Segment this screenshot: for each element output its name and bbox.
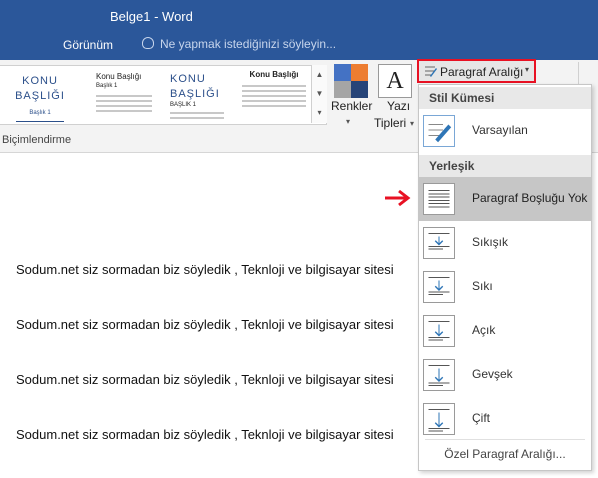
tell-me-placeholder: Ne yapmak istediğinizi söyleyin... bbox=[160, 37, 337, 51]
scroll-up-icon[interactable]: ▲ bbox=[312, 65, 327, 84]
document-paragraph[interactable]: Sodum.net siz sormadan biz söyledik , Te… bbox=[16, 262, 394, 277]
menu-item-label: Sıkışık bbox=[472, 235, 509, 249]
swatch bbox=[334, 64, 351, 81]
style-set-gallery[interactable]: KONU BAŞLIĞI Başlık 1 Konu Başlığı Başlı… bbox=[0, 65, 327, 125]
document-paragraph[interactable]: Sodum.net siz sormadan biz söyledik , Te… bbox=[16, 317, 394, 332]
theme-fonts-icon[interactable]: A bbox=[378, 64, 412, 98]
style-tile-subheading: BAŞLIK 1 bbox=[170, 102, 197, 108]
menu-item-label: Sıkı bbox=[472, 279, 493, 293]
paragraph-spacing-button[interactable]: Paragraf Aralığı ▾ bbox=[417, 59, 536, 83]
ribbon-group-label: Biçimlendirme bbox=[2, 134, 72, 146]
menu-divider bbox=[425, 439, 585, 440]
menu-item-label: Çift bbox=[472, 411, 490, 425]
menu-item-label: Varsayılan bbox=[472, 123, 528, 137]
fonts-caret-icon[interactable]: ▾ bbox=[410, 119, 414, 128]
style-tile-rule bbox=[16, 121, 64, 122]
style-set-tile[interactable]: KONU BAŞLIĞI BAŞLIK 1 bbox=[158, 66, 234, 124]
lightbulb-icon bbox=[142, 37, 154, 49]
spacing-preview-icon bbox=[423, 315, 455, 347]
menu-item-spacing-option[interactable]: Sıkı bbox=[419, 265, 591, 309]
chevron-down-icon: ▾ bbox=[525, 65, 530, 74]
custom-paragraph-spacing-link[interactable]: Özel Paragraf Aralığı... bbox=[419, 447, 591, 461]
menu-item-label: Gevşek bbox=[472, 367, 513, 381]
menu-item-label: Paragraf Boşluğu Yok bbox=[472, 191, 588, 205]
tell-me-search[interactable]: Ne yapmak istediğinizi söyleyin... bbox=[142, 37, 336, 51]
style-tile-heading: Konu Başlığı bbox=[96, 72, 142, 81]
menu-item-spacing-option[interactable]: Açık bbox=[419, 309, 591, 353]
window-title: Belge1 - Word bbox=[110, 9, 193, 24]
style-tile-subheading: Başlık 1 bbox=[29, 110, 51, 116]
fonts-button-label[interactable]: Yazı bbox=[387, 99, 410, 113]
style-tile-text-lines bbox=[170, 112, 224, 119]
section-header-builtin: Yerleşik bbox=[419, 155, 591, 177]
document-page[interactable]: Sodum.net siz sormadan biz söyledik , Te… bbox=[0, 170, 420, 478]
menu-item-spacing-option[interactable]: Çift bbox=[419, 397, 591, 441]
document-paragraph[interactable]: Sodum.net siz sormadan biz söyledik , Te… bbox=[16, 427, 394, 442]
menu-item-spacing-option[interactable]: Gevşek bbox=[419, 353, 591, 397]
style-tile-subheading: Başlık 1 bbox=[96, 83, 118, 89]
colors-button-label[interactable]: Renkler bbox=[331, 99, 372, 113]
scroll-down-icon[interactable]: ▼ bbox=[312, 84, 327, 103]
style-tile-text-lines bbox=[96, 95, 152, 112]
paragraph-spacing-menu: Stil Kümesi Varsayılan Yerleşik Paragraf… bbox=[418, 84, 592, 471]
section-header-style-set: Stil Kümesi bbox=[419, 87, 591, 109]
paragraph-spacing-label: Paragraf Aralığı bbox=[440, 65, 524, 79]
spacing-preview-icon bbox=[423, 227, 455, 259]
style-tile-text-lines bbox=[242, 85, 306, 107]
fonts-button-label-line2[interactable]: Tipleri bbox=[374, 116, 406, 130]
spacing-preview-icon bbox=[423, 403, 455, 435]
style-set-tile[interactable]: Konu Başlığı bbox=[236, 66, 312, 124]
gallery-scrollbar[interactable]: ▲ ▼ ▾ bbox=[311, 65, 327, 123]
style-tile-heading: KONU BAŞLIĞI bbox=[170, 73, 220, 100]
document-paragraph[interactable]: Sodum.net siz sormadan biz söyledik , Te… bbox=[16, 372, 394, 387]
spacing-preview-icon bbox=[423, 183, 455, 215]
swatch bbox=[334, 81, 351, 98]
spacing-preview-icon bbox=[423, 359, 455, 391]
menu-item-label: Açık bbox=[472, 323, 496, 337]
style-tile-heading: Konu Başlığı bbox=[249, 70, 299, 79]
style-set-tile[interactable]: Konu Başlığı Başlık 1 bbox=[80, 66, 156, 124]
default-style-icon bbox=[423, 115, 455, 147]
theme-colors-icon[interactable] bbox=[334, 64, 368, 98]
tab-view[interactable]: Görünüm bbox=[63, 38, 113, 52]
style-tile-heading: KONU BAŞLIĞI bbox=[15, 75, 65, 102]
spacing-preview-icon bbox=[423, 271, 455, 303]
menu-item-default[interactable]: Varsayılan bbox=[419, 109, 591, 153]
swatch bbox=[351, 64, 368, 81]
menu-item-spacing-option[interactable]: Sıkışık bbox=[419, 221, 591, 265]
style-set-tile[interactable]: KONU BAŞLIĞI Başlık 1 bbox=[2, 66, 78, 124]
paragraph-spacing-icon bbox=[425, 66, 437, 77]
menu-item-spacing-option[interactable]: Paragraf Boşluğu Yok bbox=[419, 177, 591, 221]
colors-caret-icon[interactable]: ▾ bbox=[346, 117, 350, 126]
gallery-more-icon[interactable]: ▾ bbox=[312, 103, 327, 122]
red-arrow-icon bbox=[385, 189, 411, 207]
swatch bbox=[351, 81, 368, 98]
